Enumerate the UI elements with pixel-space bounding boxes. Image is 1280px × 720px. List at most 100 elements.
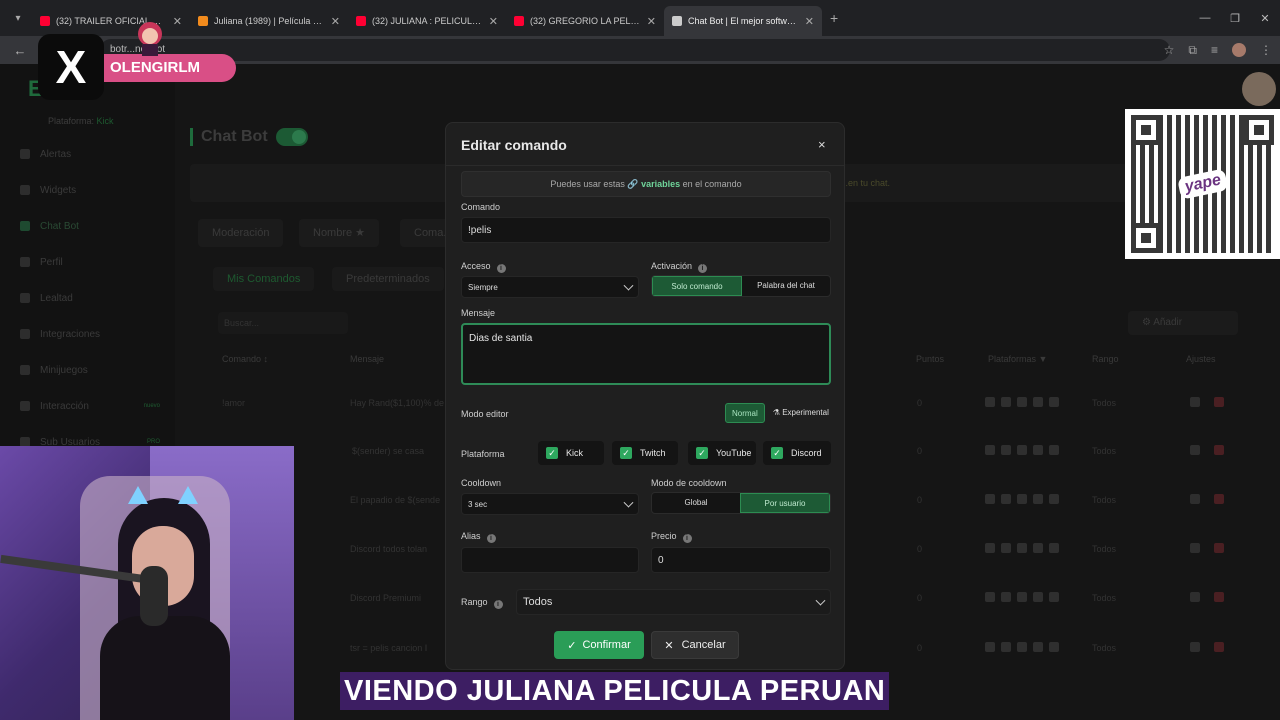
info-icon[interactable]: i: [486, 534, 496, 543]
delete-icon[interactable]: [1214, 543, 1224, 553]
platform-kick-checkbox[interactable]: ✓ Kick: [538, 441, 604, 465]
sidebar-item-minijuegos[interactable]: Minijuegos: [20, 360, 170, 380]
close-icon[interactable]: ×: [818, 137, 826, 152]
browser-tab-4[interactable]: (32) GREGORIO LA PELICULA - ✕: [506, 6, 664, 36]
delete-icon[interactable]: [1214, 445, 1224, 455]
search-input[interactable]: Buscar...: [218, 312, 348, 334]
address-bar[interactable]: botr...nel/bot: [100, 39, 1170, 61]
delete-icon[interactable]: [1214, 642, 1224, 652]
cancel-button[interactable]: ✕ Cancelar: [651, 631, 739, 659]
new-tab-button[interactable]: +: [830, 10, 838, 26]
row-platform-icons: [985, 397, 1059, 407]
info-icon[interactable]: i: [682, 534, 692, 543]
command-input[interactable]: !pelis: [461, 217, 831, 243]
alias-input[interactable]: [461, 547, 639, 573]
reading-list-icon[interactable]: ≡: [1211, 43, 1218, 57]
tab-close-icon[interactable]: ✕: [805, 15, 814, 28]
subtab-mis-comandos[interactable]: Mis Comandos: [213, 267, 315, 291]
menu-kebab-icon[interactable]: ⋮: [1260, 43, 1272, 57]
activation-palabra-del-chat[interactable]: Palabra del chat: [742, 276, 830, 296]
col-header-comando[interactable]: Comando ↕: [222, 354, 268, 364]
info-icon[interactable]: i: [698, 264, 708, 273]
add-command-button[interactable]: ⚙ Añadir: [1128, 311, 1238, 335]
bell-icon: [20, 149, 30, 159]
tip-text: Puedes usar estas: [550, 179, 625, 189]
cooldown-mode-label: Modo de cooldown: [651, 478, 727, 488]
sidebar-item-alertas[interactable]: Alertas: [20, 144, 170, 164]
stream-title-banner: VIENDO JULIANA PELICULA PERUAN: [340, 672, 890, 710]
message-textarea[interactable]: Dias de santia: [461, 323, 831, 385]
confirm-button[interactable]: ✓ Confirmar: [554, 631, 644, 659]
experimental-label: Experimental: [782, 408, 829, 417]
sidebar-item-lealtad[interactable]: Lealtad: [20, 288, 170, 308]
sidebar-item-label: Perfil: [40, 256, 63, 268]
back-arrow-icon[interactable]: ←: [0, 43, 40, 58]
subtab-predeterminados[interactable]: Predeterminados: [332, 267, 444, 291]
tab-moderacion[interactable]: Moderación: [198, 219, 284, 247]
row-command: !amor: [222, 398, 246, 408]
editor-mode-experimental[interactable]: ⚗ Experimental: [767, 403, 835, 423]
edit-icon[interactable]: [1190, 445, 1200, 455]
access-select[interactable]: Siempre: [461, 276, 639, 298]
rank-select[interactable]: Todos: [516, 589, 831, 615]
edit-icon[interactable]: [1190, 494, 1200, 504]
edit-icon[interactable]: [1190, 397, 1200, 407]
sidebar-item-widgets[interactable]: Widgets: [20, 180, 170, 200]
tab-close-icon[interactable]: ✕: [647, 15, 656, 28]
tab-close-icon[interactable]: ✕: [173, 15, 182, 28]
command-value: !pelis: [468, 224, 492, 236]
sidebar-item-perfil[interactable]: Perfil: [20, 252, 170, 272]
activation-solo-comando[interactable]: Solo comando: [652, 276, 742, 296]
new-badge: nuevo: [143, 403, 160, 409]
delete-icon[interactable]: [1214, 397, 1224, 407]
tab-close-icon[interactable]: ✕: [489, 15, 498, 28]
delete-icon[interactable]: [1214, 494, 1224, 504]
cooldown-mode-por-usuario[interactable]: Por usuario: [740, 493, 830, 513]
sidebar-item-chat-bot[interactable]: Chat Bot: [20, 216, 170, 236]
close-window-icon[interactable]: ✕: [1250, 0, 1280, 36]
cooldown-select[interactable]: 3 sec: [461, 493, 639, 515]
platform-twitch-checkbox[interactable]: ✓ Twitch: [612, 441, 678, 465]
tab-nombre[interactable]: Nombre ★: [299, 219, 380, 247]
browser-tabstrip: ▾ (32) TRAILER OFICIAL DE ... ✕ Juliana …: [0, 0, 1280, 36]
platform-youtube-checkbox[interactable]: ✓ YouTube: [688, 441, 756, 465]
pro-badge: PRO: [146, 439, 160, 445]
sidebar-item-label: Lealtad: [40, 292, 73, 304]
flask-icon: ⚗: [772, 408, 783, 417]
edit-icon[interactable]: [1190, 592, 1200, 602]
row-rank: Todos: [1092, 593, 1117, 603]
cat-ear-icon: [128, 486, 148, 504]
blogger-favicon-icon: [198, 16, 208, 26]
bookmark-star-icon[interactable]: ☆: [1164, 43, 1175, 57]
col-header-plataformas[interactable]: Plataformas ▼: [988, 354, 1047, 364]
variables-link[interactable]: 🔗 variables: [627, 179, 680, 189]
sidebar-item-interaccion[interactable]: Interacción nuevo: [20, 396, 170, 416]
tab-search-chevron-icon[interactable]: ▾: [4, 4, 32, 32]
delete-icon[interactable]: [1214, 592, 1224, 602]
minimize-icon[interactable]: —: [1190, 0, 1220, 36]
extensions-icon[interactable]: ⧉: [1188, 43, 1197, 58]
restore-icon[interactable]: ❐: [1220, 0, 1250, 36]
sidebar-item-integraciones[interactable]: Integraciones: [20, 324, 170, 344]
chatbot-enabled-toggle[interactable]: [276, 128, 308, 146]
col-header-mensaje: Mensaje: [350, 354, 385, 364]
edit-icon[interactable]: [1190, 543, 1200, 553]
browser-tab-2[interactable]: Juliana (1989) | Película peruana ✕: [190, 6, 348, 36]
user-avatar[interactable]: [1242, 72, 1276, 106]
price-input[interactable]: 0: [651, 547, 831, 573]
editor-mode-normal[interactable]: Normal: [725, 403, 765, 423]
info-banner-text: ...en tu chat.: [840, 178, 890, 188]
cooldown-mode-global[interactable]: Global: [652, 493, 740, 513]
modal-divider: [446, 165, 844, 166]
profile-avatar[interactable]: [1232, 43, 1246, 57]
tab-close-icon[interactable]: ✕: [331, 15, 340, 28]
message-value: Dias de santia: [469, 333, 533, 344]
info-icon[interactable]: i: [496, 264, 506, 273]
platform-indicator: Plataforma: Kick: [48, 116, 114, 126]
browser-tab-5[interactable]: Chat Bot | El mejor software pa ✕: [664, 6, 822, 36]
edit-icon[interactable]: [1190, 642, 1200, 652]
platform-discord-checkbox[interactable]: ✓ Discord: [763, 441, 831, 465]
browser-tab-3[interactable]: (32) JULIANA : PELICULA PERUA ✕: [348, 6, 506, 36]
info-icon[interactable]: i: [493, 600, 503, 609]
platform-kick-label: Kick: [566, 448, 584, 458]
